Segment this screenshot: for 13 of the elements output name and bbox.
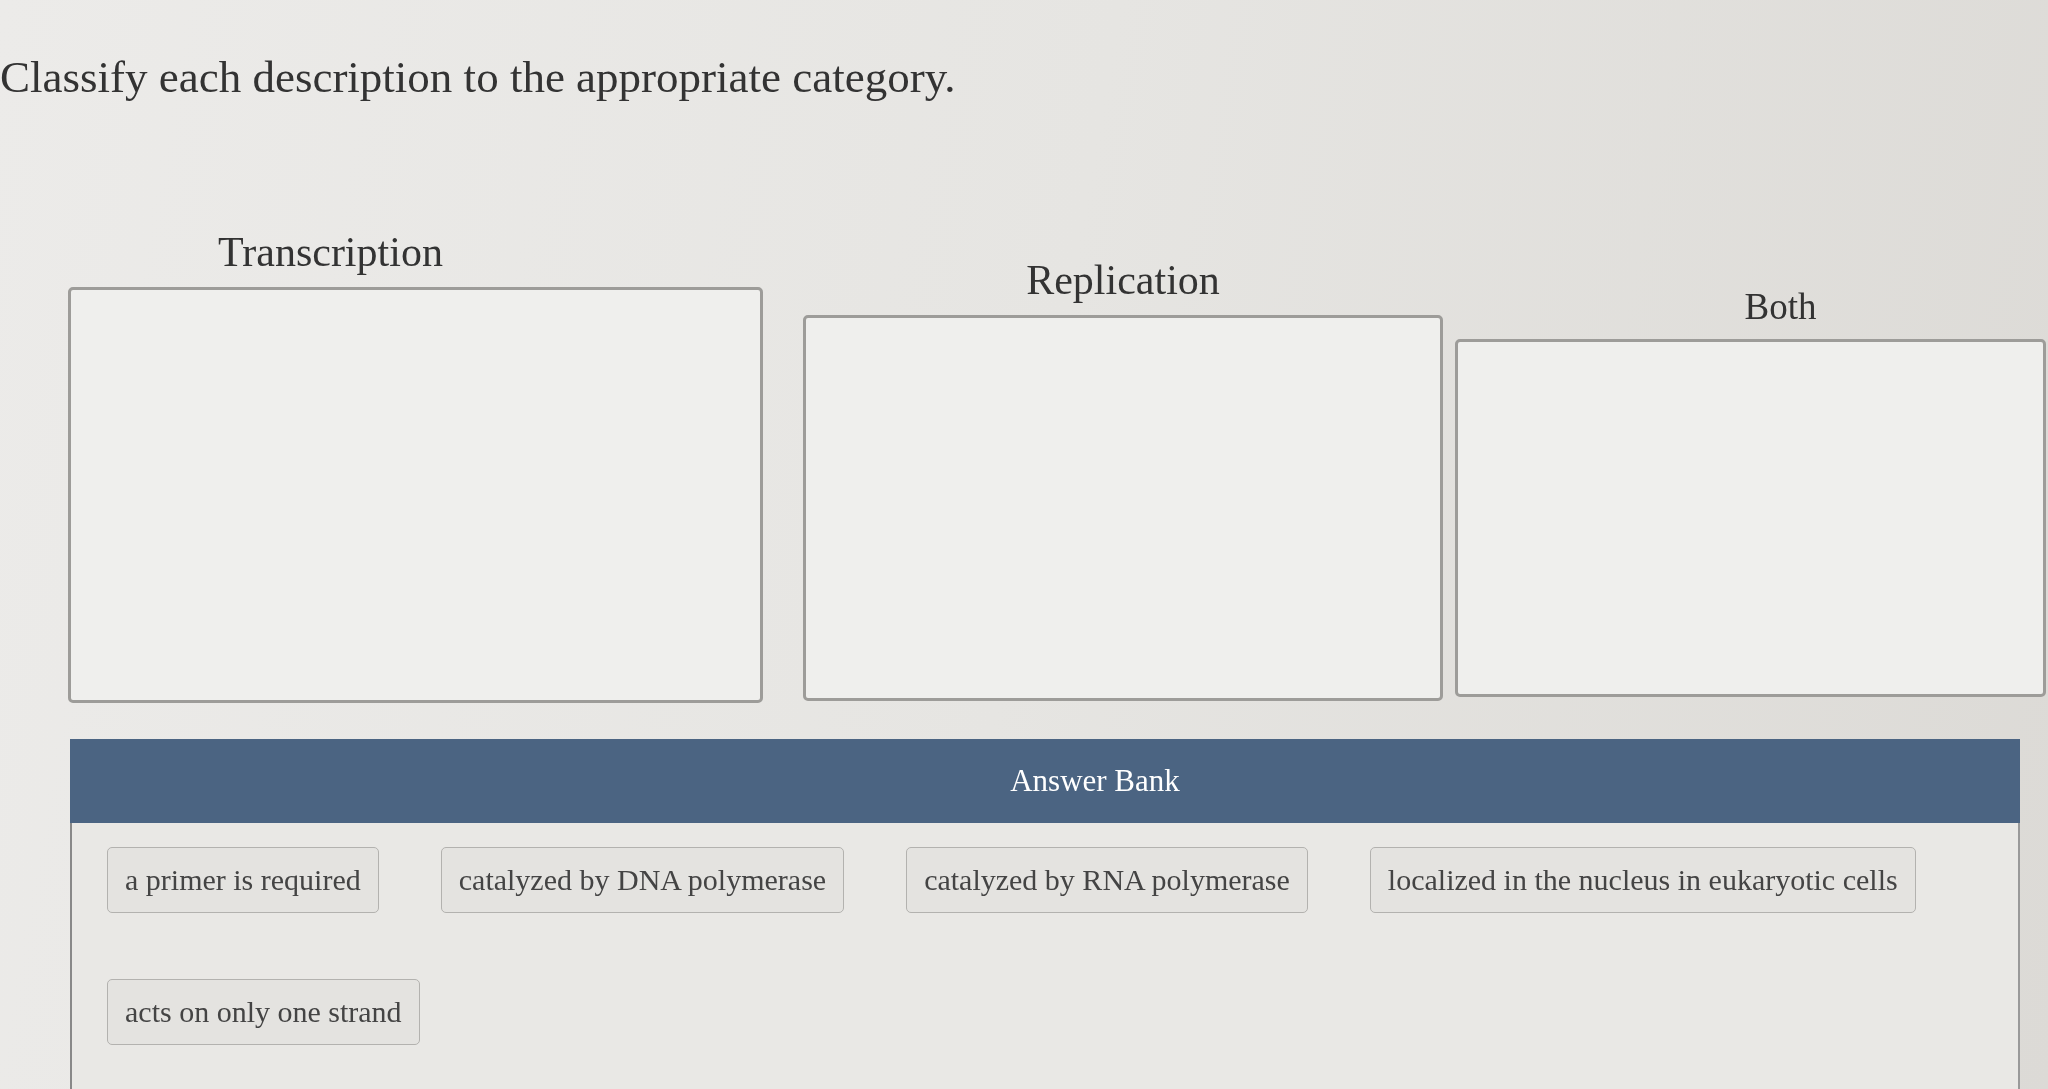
answer-chip[interactable]: catalyzed by RNA polymerase	[906, 846, 1308, 913]
instruction-text: Classify each description to the appropriate category.	[0, 51, 956, 104]
answer-chip[interactable]: localized in the nucleus in eukaryotic cells	[1369, 846, 1916, 913]
answer-bank-header: Answer Bank	[70, 738, 2020, 823]
answer-chip[interactable]: a primer is required	[107, 846, 379, 913]
answer-chip[interactable]: acts on only one strand	[107, 978, 420, 1045]
category-label: Replication	[1026, 255, 1220, 305]
drop-zone[interactable]	[68, 286, 763, 703]
answer-chip[interactable]: catalyzed by DNA polymerase	[440, 846, 845, 913]
drop-zone[interactable]	[1455, 338, 2046, 697]
category-label: Transcription	[218, 227, 443, 277]
category-label: Both	[1744, 284, 1817, 329]
drop-zone[interactable]	[803, 314, 1443, 701]
